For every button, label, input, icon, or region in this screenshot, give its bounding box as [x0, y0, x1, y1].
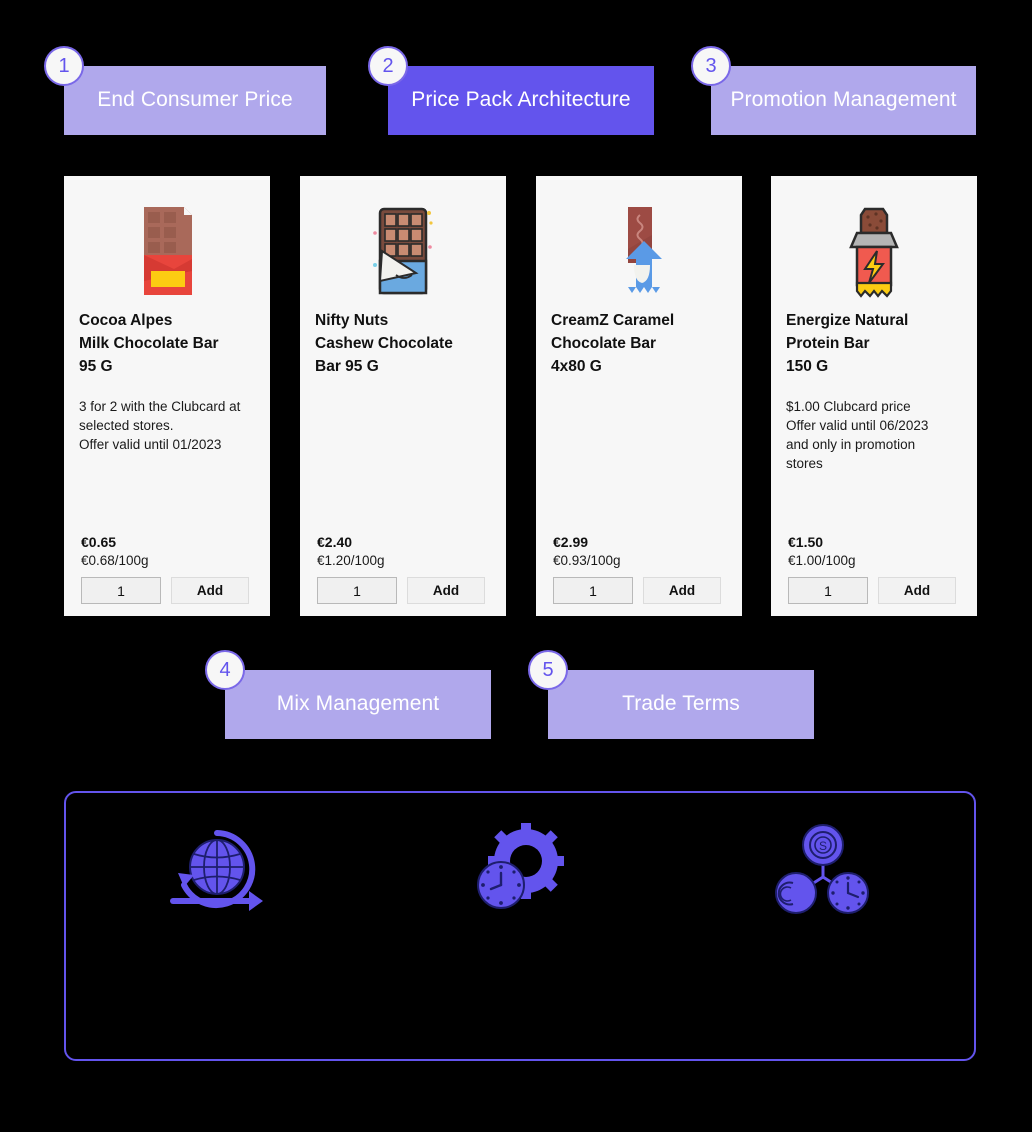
- product-title: CreamZ Caramel Chocolate Bar 4x80 G: [551, 312, 675, 375]
- step-badge-3: 3: [691, 46, 731, 86]
- capability-slot: [369, 823, 672, 924]
- product-purchase-area: €1.50 €1.00/100g Add: [786, 533, 962, 604]
- capabilities-icon-row: S: [66, 823, 974, 924]
- product-image-chocolate-bar-blue-wrapper: [315, 192, 491, 310]
- step-chip-label: Promotion Management: [730, 88, 957, 112]
- capability-slot: S: [671, 823, 974, 924]
- step-chip-end-consumer-price[interactable]: End Consumer Price: [64, 66, 326, 135]
- step-badge-number: 1: [58, 54, 70, 77]
- step-chip-mix-management[interactable]: Mix Management: [225, 670, 491, 739]
- add-to-cart-button[interactable]: Add: [171, 577, 249, 604]
- step-chip-label: Trade Terms: [622, 692, 740, 716]
- product-purchase-area: €2.40 €1.20/100g Add: [315, 533, 491, 604]
- step-badge-number: 5: [542, 658, 554, 681]
- product-unit-price: €1.20/100g: [317, 552, 385, 568]
- step-chip-label: Price Pack Architecture: [411, 88, 631, 112]
- step-badge-number: 3: [705, 54, 717, 77]
- quantity-input[interactable]: [788, 577, 868, 604]
- product-card[interactable]: CreamZ Caramel Chocolate Bar 4x80 G €2.9…: [536, 176, 742, 616]
- capabilities-panel: S: [64, 791, 976, 1061]
- product-purchase-area: €2.99 €0.93/100g Add: [551, 533, 727, 604]
- product-price: €1.50: [788, 533, 824, 550]
- product-unit-price: €0.68/100g: [81, 552, 149, 568]
- step-chip-trade-terms[interactable]: Trade Terms: [548, 670, 814, 739]
- quantity-input[interactable]: [317, 577, 397, 604]
- step-badge-number: 4: [219, 658, 231, 681]
- gear-clock-icon: [468, 823, 572, 924]
- add-to-cart-button[interactable]: Add: [878, 577, 956, 604]
- product-price: €2.99: [553, 533, 589, 550]
- step-badge-number: 2: [382, 54, 394, 77]
- add-to-cart-button[interactable]: Add: [407, 577, 485, 604]
- add-to-cart-button[interactable]: Add: [643, 577, 721, 604]
- product-title: Nifty Nuts Cashew Chocolate Bar 95 G: [315, 312, 453, 375]
- quantity-input[interactable]: [81, 577, 161, 604]
- capability-slot: [66, 823, 369, 924]
- product-image-chocolate-bar-red-wrapper: [79, 192, 255, 310]
- product-card[interactable]: Cocoa Alpes Milk Chocolate Bar 95 G 3 fo…: [64, 176, 270, 616]
- product-title: Cocoa Alpes Milk Chocolate Bar 95 G: [79, 312, 219, 375]
- step-badge-2: 2: [368, 46, 408, 86]
- globe-cycle-icon: [165, 823, 269, 924]
- product-unit-price: €0.93/100g: [553, 552, 621, 568]
- step-chip-price-pack-architecture[interactable]: Price Pack Architecture: [388, 66, 654, 135]
- step-badge-1: 1: [44, 46, 84, 86]
- step-chip-label: End Consumer Price: [97, 88, 293, 112]
- product-buy-row: Add: [81, 577, 255, 604]
- product-buy-row: Add: [317, 577, 491, 604]
- product-card[interactable]: Energize Natural Protein Bar 150 G $1.00…: [771, 176, 977, 616]
- step-badge-5: 5: [528, 650, 568, 690]
- quantity-input[interactable]: [553, 577, 633, 604]
- svg-text:S: S: [819, 839, 827, 853]
- money-network-icon: S: [771, 823, 875, 924]
- step-chip-label: Mix Management: [276, 692, 440, 716]
- product-promo-text: 3 for 2 with the Clubcard at selected st…: [79, 398, 241, 453]
- product-image-protein-bar-lightning: [786, 192, 962, 310]
- product-card[interactable]: Nifty Nuts Cashew Chocolate Bar 95 G €2.…: [300, 176, 506, 616]
- product-promo-text: $1.00 Clubcard price Offer valid until 0…: [786, 398, 929, 472]
- product-buy-row: Add: [788, 577, 962, 604]
- diagram-canvas: End Consumer Price 1 Price Pack Architec…: [0, 0, 1032, 1132]
- step-chip-promotion-management[interactable]: Promotion Management: [711, 66, 976, 135]
- product-title: Energize Natural Protein Bar 150 G: [786, 312, 909, 375]
- product-buy-row: Add: [553, 577, 727, 604]
- product-price: €0.65: [81, 533, 117, 550]
- product-price: €2.40: [317, 533, 353, 550]
- product-unit-price: €1.00/100g: [788, 552, 856, 568]
- step-badge-4: 4: [205, 650, 245, 690]
- product-image-caramel-bar-blue-wrapper: [551, 192, 727, 310]
- product-purchase-area: €0.65 €0.68/100g Add: [79, 533, 255, 604]
